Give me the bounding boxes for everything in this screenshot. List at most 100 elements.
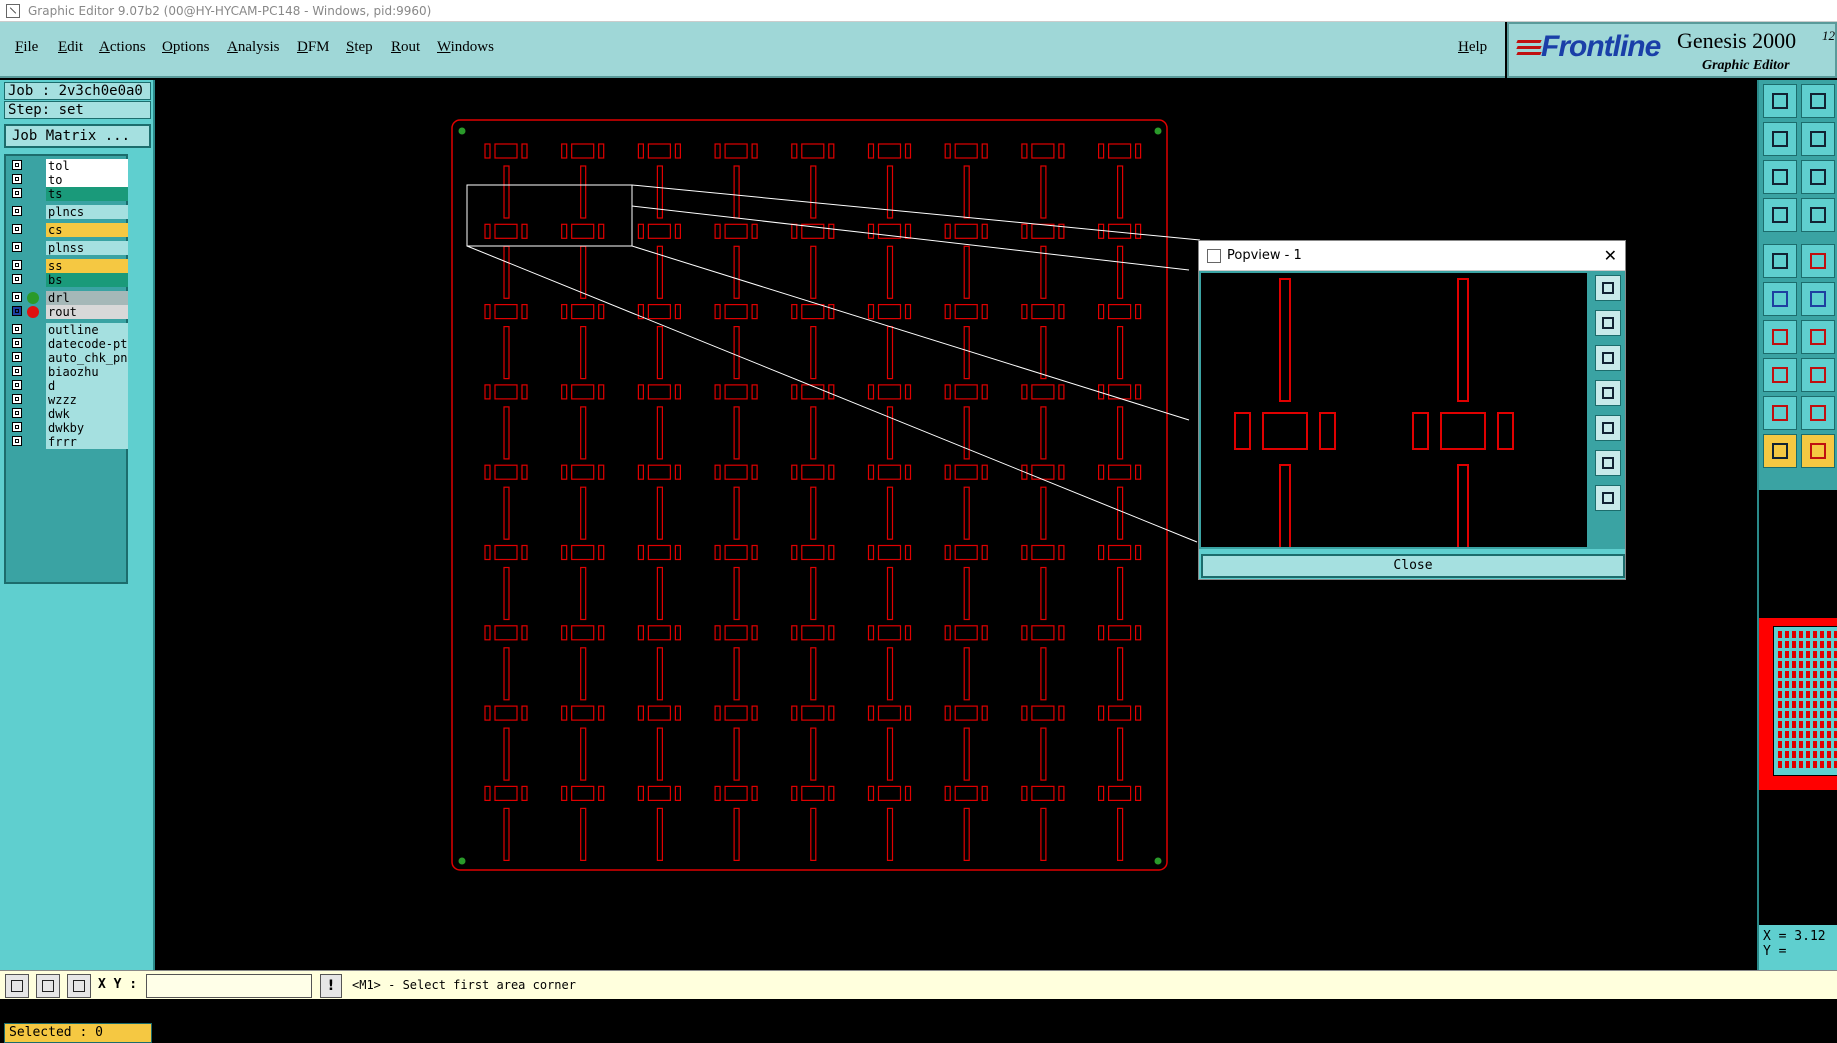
layer-name[interactable]: auto_chk_pn <box>46 351 128 365</box>
layer-row-d[interactable]: d <box>10 379 128 393</box>
pan-down-icon[interactable] <box>1801 84 1835 118</box>
layer-name[interactable]: ss <box>46 259 128 273</box>
pan-left-icon[interactable] <box>1763 122 1797 156</box>
layer-checkbox[interactable] <box>12 224 22 234</box>
layer-name[interactable]: outline <box>46 323 128 337</box>
layer-row-dwkby[interactable]: dwkby <box>10 421 128 435</box>
layer-name[interactable]: frrr <box>46 435 128 449</box>
layer-checkbox[interactable] <box>12 206 22 216</box>
menu-actions[interactable]: Actions <box>99 39 146 56</box>
menu-analysis[interactable]: Analysis <box>227 39 280 56</box>
grid-icon[interactable] <box>67 974 91 998</box>
layer-name[interactable]: d <box>46 379 128 393</box>
pan-up-icon[interactable] <box>1763 84 1797 118</box>
layer-checkbox[interactable] <box>12 160 22 170</box>
layer-checkbox[interactable] <box>12 394 22 404</box>
layer-row-auto_chk_pn[interactable]: auto_chk_pn <box>10 351 128 365</box>
peak-icon[interactable] <box>1801 396 1835 430</box>
minus-icon[interactable] <box>1801 358 1835 392</box>
layer-checkbox[interactable] <box>12 242 22 252</box>
menu-dfm[interactable]: DFM <box>297 39 330 56</box>
pan-up-icon[interactable] <box>1595 310 1621 336</box>
snap-icon[interactable] <box>1763 244 1797 278</box>
layer-name[interactable]: cs <box>46 223 128 237</box>
layer-row-bs[interactable]: bs <box>10 273 128 287</box>
menu-rout[interactable]: Rout <box>391 39 420 56</box>
popview-view[interactable] <box>1199 271 1589 549</box>
palette-icon[interactable] <box>1763 198 1797 232</box>
pan-down-icon[interactable] <box>1595 345 1621 371</box>
zoom-fit-icon[interactable] <box>1595 275 1621 301</box>
overview-minimap[interactable] <box>1759 618 1837 790</box>
alert-button[interactable]: ! <box>320 974 342 998</box>
menu-windows[interactable]: Windows <box>437 39 494 56</box>
layer-row-wzzz[interactable]: wzzz <box>10 393 128 407</box>
pad-icon[interactable] <box>1763 358 1797 392</box>
layer-row-tol[interactable]: tol <box>10 159 128 173</box>
layer-name[interactable]: rout <box>46 305 128 319</box>
layer-checkbox[interactable] <box>12 422 22 432</box>
layer-checkbox[interactable] <box>12 324 22 334</box>
zoom-out-icon[interactable] <box>1801 160 1835 194</box>
menu-file[interactable]: File <box>15 39 38 56</box>
zoom-fit-icon[interactable] <box>36 974 60 998</box>
layer-row-outline[interactable]: outline <box>10 323 128 337</box>
menu-edit[interactable]: Edit <box>58 39 83 56</box>
layer-checkbox[interactable] <box>12 366 22 376</box>
layer-row-ts[interactable]: ts <box>10 187 128 201</box>
angle-icon[interactable] <box>1763 320 1797 354</box>
layer-row-drl[interactable]: drl <box>10 291 128 305</box>
connect-icon[interactable] <box>1763 282 1797 316</box>
xy-input[interactable] <box>146 974 312 998</box>
layer-name[interactable]: biaozhu <box>46 365 128 379</box>
layer-row-plncs[interactable]: plncs <box>10 205 128 219</box>
cross-icon[interactable] <box>1801 282 1835 316</box>
layer-row-plnss[interactable]: plnss <box>10 241 128 255</box>
layer-name[interactable]: plnss <box>46 241 128 255</box>
layer-checkbox[interactable] <box>12 338 22 348</box>
layer-checkbox[interactable] <box>12 188 22 198</box>
layer-name[interactable]: dwk <box>46 407 128 421</box>
pan-left-icon[interactable] <box>1595 380 1621 406</box>
layer-row-to[interactable]: to <box>10 173 128 187</box>
layer-checkbox[interactable] <box>12 260 22 270</box>
zoom-out-icon[interactable] <box>1595 485 1621 511</box>
layer-name[interactable]: bs <box>46 273 128 287</box>
layer-row-dwk[interactable]: dwk <box>10 407 128 421</box>
triangle-icon[interactable] <box>1763 396 1797 430</box>
zoom-in-icon[interactable] <box>1595 450 1621 476</box>
layer-row-datecode-ptc[interactable]: datecode-ptc <box>10 337 128 351</box>
menu-help[interactable]: Help <box>1458 39 1487 56</box>
zoom-area-icon[interactable] <box>5 974 29 998</box>
layer-checkbox[interactable] <box>12 274 22 284</box>
layer-checkbox[interactable] <box>12 174 22 184</box>
close-icon[interactable]: ✕ <box>1604 241 1617 271</box>
layer-checkbox[interactable] <box>12 436 22 446</box>
layer-name[interactable]: tol <box>46 159 128 173</box>
layer-checkbox[interactable] <box>12 292 22 302</box>
layer-row-cs[interactable]: cs <box>10 223 128 237</box>
select-arrow-icon[interactable] <box>1763 434 1797 468</box>
layer-checkbox[interactable] <box>12 352 22 362</box>
layer-name[interactable]: datecode-ptc <box>46 337 128 351</box>
menu-options[interactable]: Options <box>162 39 210 56</box>
layer-name[interactable]: drl <box>46 291 128 305</box>
layer-row-frrr[interactable]: frrr <box>10 435 128 449</box>
layer-name[interactable]: to <box>46 173 128 187</box>
select-area-icon[interactable] <box>1801 434 1835 468</box>
layer-row-rout[interactable]: rout <box>10 305 128 319</box>
layer-row-biaozhu[interactable]: biaozhu <box>10 365 128 379</box>
layer-checkbox[interactable] <box>12 306 22 316</box>
menu-step[interactable]: Step <box>346 39 373 56</box>
line-icon[interactable] <box>1801 320 1835 354</box>
layer-name[interactable]: ts <box>46 187 128 201</box>
layer-checkbox[interactable] <box>12 408 22 418</box>
layer-name[interactable]: plncs <box>46 205 128 219</box>
zoom-in-icon[interactable] <box>1763 160 1797 194</box>
layer-name[interactable]: dwkby <box>46 421 128 435</box>
layer-row-ss[interactable]: ss <box>10 259 128 273</box>
job-matrix-button[interactable]: Job Matrix ... <box>4 124 151 148</box>
layer-name[interactable]: wzzz <box>46 393 128 407</box>
grid-icon[interactable] <box>1801 198 1835 232</box>
layer-checkbox[interactable] <box>12 380 22 390</box>
